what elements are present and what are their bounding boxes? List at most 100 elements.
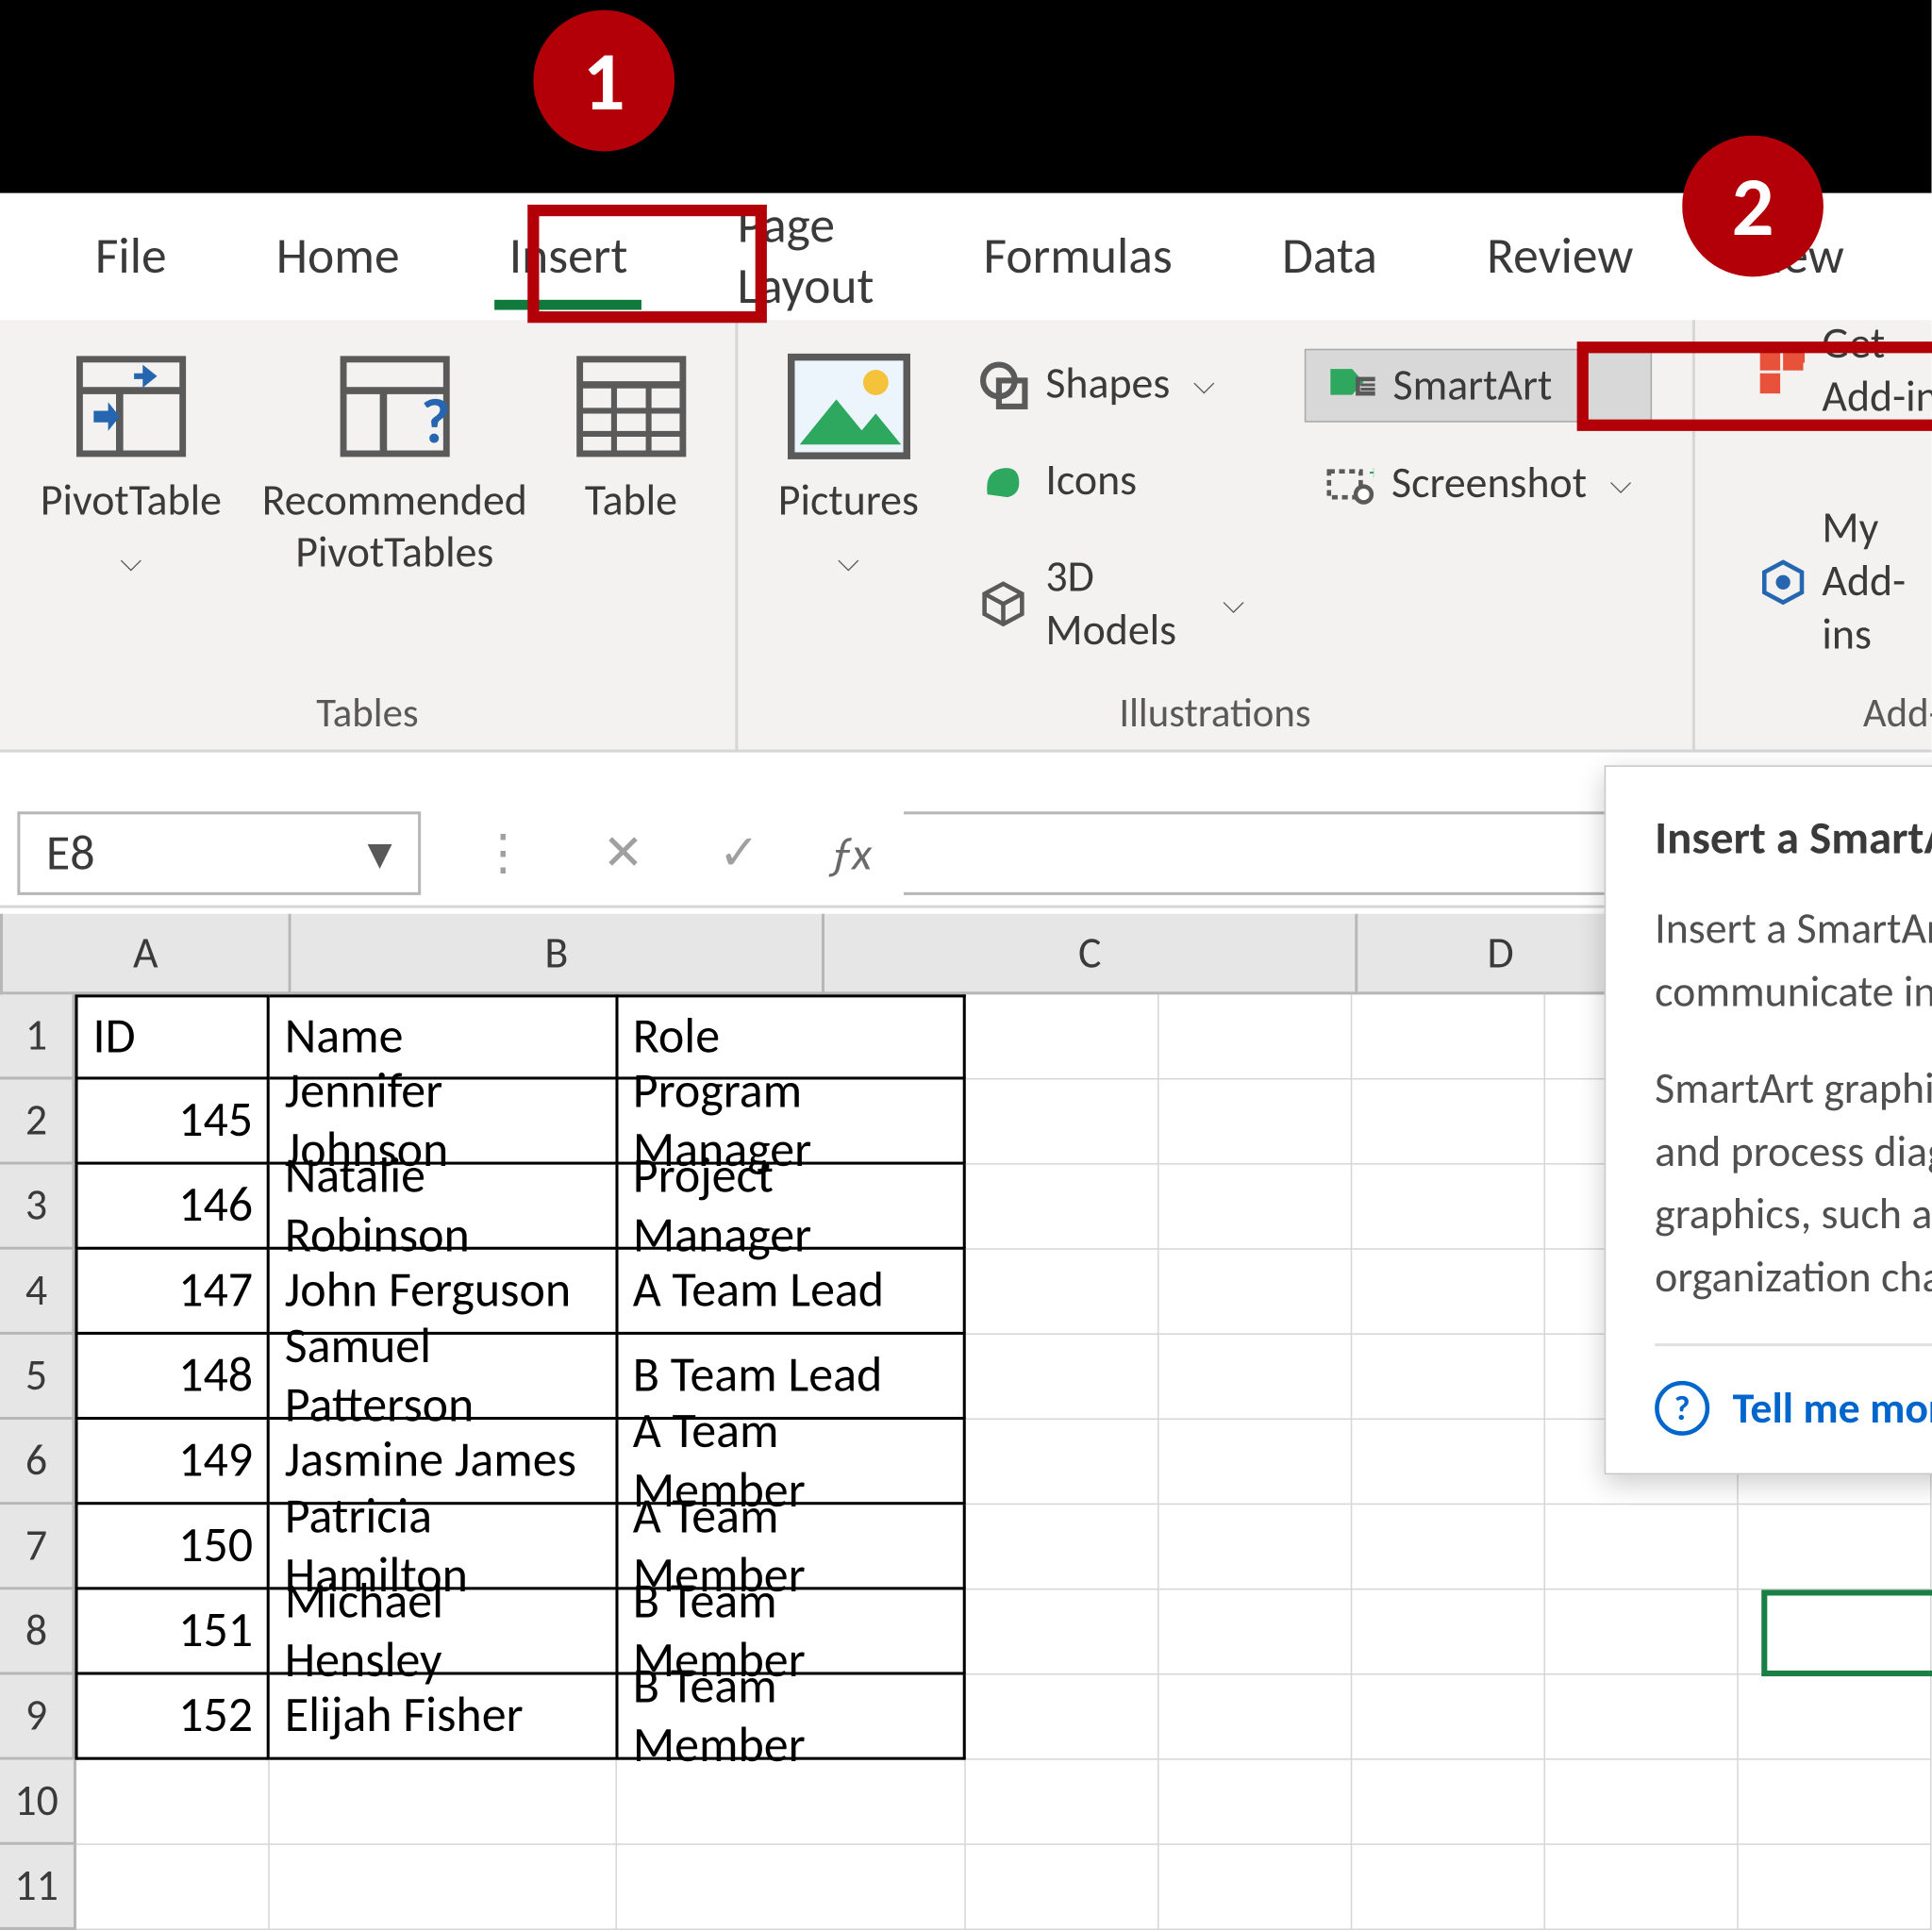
cell[interactable]: B Team Member: [618, 1675, 966, 1760]
cell[interactable]: Samuel Patterson: [270, 1335, 618, 1420]
cell[interactable]: [966, 1675, 1159, 1760]
cell[interactable]: [1159, 1505, 1353, 1589]
cell[interactable]: [1159, 1250, 1353, 1335]
cell[interactable]: [1353, 1505, 1546, 1589]
row-header[interactable]: 6: [0, 1420, 75, 1505]
cell[interactable]: [269, 1760, 617, 1845]
row-header[interactable]: 4: [0, 1250, 75, 1335]
cell[interactable]: 150: [75, 1505, 270, 1589]
cell[interactable]: [1739, 1845, 1932, 1930]
cell[interactable]: [1158, 1760, 1352, 1845]
cell[interactable]: Michael Hensley: [270, 1589, 618, 1674]
pivottable-button[interactable]: PivotTable ⌵: [41, 349, 222, 579]
cell[interactable]: 149: [75, 1420, 270, 1505]
table-button[interactable]: Table: [568, 349, 694, 527]
cell[interactable]: Natalie Robinson: [270, 1165, 618, 1250]
tab-home[interactable]: Home: [250, 218, 425, 296]
cell[interactable]: [75, 1760, 269, 1845]
row-header[interactable]: 3: [0, 1165, 75, 1250]
screenshot-button[interactable]: + Screenshot⌵: [1305, 448, 1652, 519]
recommended-pivottables-button[interactable]: ? Recommended PivotTables: [262, 349, 527, 579]
cell[interactable]: [965, 1845, 1158, 1930]
cell[interactable]: Jasmine James: [270, 1420, 618, 1505]
cell[interactable]: 145: [75, 1079, 270, 1164]
pictures-button[interactable]: Pictures ⌵: [778, 349, 919, 579]
icons-button[interactable]: Icons: [959, 445, 1265, 516]
tab-data[interactable]: Data: [1256, 218, 1403, 296]
cell[interactable]: ID: [75, 994, 270, 1079]
cell[interactable]: [1353, 1165, 1546, 1250]
cell[interactable]: [966, 1505, 1159, 1589]
cell[interactable]: [269, 1845, 617, 1930]
cell[interactable]: Elijah Fisher: [270, 1675, 618, 1760]
cell[interactable]: [75, 1845, 269, 1930]
cell[interactable]: [1353, 1420, 1546, 1505]
cell[interactable]: [617, 1845, 965, 1930]
cell[interactable]: A Team Lead: [618, 1250, 966, 1335]
cell[interactable]: [1352, 1760, 1545, 1845]
row-header[interactable]: 11: [0, 1845, 75, 1930]
cell[interactable]: [1545, 1760, 1739, 1845]
cell[interactable]: B Team Lead: [618, 1335, 966, 1420]
cell[interactable]: [966, 994, 1159, 1079]
cell[interactable]: [1545, 1505, 1739, 1589]
cell[interactable]: [1353, 1589, 1546, 1674]
cell[interactable]: [1353, 1079, 1546, 1164]
cell[interactable]: [1159, 1420, 1353, 1505]
cell[interactable]: [966, 1589, 1159, 1674]
cell[interactable]: John Ferguson: [270, 1250, 618, 1335]
cell[interactable]: 147: [75, 1250, 270, 1335]
cell[interactable]: [1545, 1675, 1739, 1760]
cell[interactable]: [1159, 1675, 1353, 1760]
cell[interactable]: Patricia Hamilton: [270, 1505, 618, 1589]
cell[interactable]: [966, 1079, 1159, 1164]
cell[interactable]: 146: [75, 1165, 270, 1250]
cell[interactable]: [617, 1760, 965, 1845]
cell[interactable]: [1159, 1335, 1353, 1420]
enter-icon[interactable]: ✓: [681, 824, 797, 883]
my-addins-button[interactable]: My Add-ins⌵: [1736, 493, 1932, 671]
column-header[interactable]: B: [291, 914, 824, 995]
tab-file[interactable]: File: [69, 218, 192, 296]
cell[interactable]: [1159, 1165, 1353, 1250]
row-header[interactable]: 9: [0, 1675, 75, 1760]
cell[interactable]: 148: [75, 1335, 270, 1420]
cell[interactable]: [1158, 1845, 1352, 1930]
cell[interactable]: [1352, 1845, 1545, 1930]
row-header[interactable]: 2: [0, 1079, 75, 1164]
name-box[interactable]: E8▾: [17, 811, 421, 895]
cell[interactable]: [1545, 1589, 1739, 1674]
cell[interactable]: [966, 1165, 1159, 1250]
row-header[interactable]: 8: [0, 1589, 75, 1674]
cell[interactable]: [966, 1250, 1159, 1335]
3d-models-button[interactable]: 3D Models⌵: [959, 542, 1265, 666]
cell[interactable]: [966, 1335, 1159, 1420]
cell[interactable]: [1159, 1079, 1353, 1164]
cell[interactable]: [966, 1420, 1159, 1505]
cell[interactable]: [1353, 994, 1546, 1079]
cell[interactable]: [1159, 994, 1353, 1079]
fx-button[interactable]: ƒx: [797, 825, 904, 882]
cell[interactable]: [1739, 1589, 1932, 1674]
tab-review[interactable]: Review: [1461, 218, 1659, 296]
cell[interactable]: 151: [75, 1589, 270, 1674]
cell[interactable]: [1353, 1675, 1546, 1760]
cell[interactable]: B Team Member: [618, 1589, 966, 1674]
select-all-corner[interactable]: [0, 914, 3, 995]
shapes-button[interactable]: Shapes⌵: [959, 349, 1265, 420]
row-header[interactable]: 7: [0, 1505, 75, 1589]
column-header[interactable]: C: [824, 914, 1357, 995]
cell[interactable]: A Team Member: [618, 1420, 966, 1505]
column-header[interactable]: A: [3, 914, 291, 995]
tab-formulas[interactable]: Formulas: [958, 218, 1198, 296]
cell[interactable]: [1353, 1335, 1546, 1420]
cell[interactable]: [1739, 1760, 1932, 1845]
row-header[interactable]: 10: [0, 1760, 75, 1845]
cell[interactable]: [1353, 1250, 1546, 1335]
cell[interactable]: [1739, 1505, 1932, 1589]
tell-me-more-link[interactable]: Tell me more: [1733, 1382, 1932, 1436]
cell[interactable]: A Team Member: [618, 1505, 966, 1589]
cell[interactable]: 152: [75, 1675, 270, 1760]
cell[interactable]: [1159, 1589, 1353, 1674]
row-header[interactable]: 5: [0, 1335, 75, 1420]
